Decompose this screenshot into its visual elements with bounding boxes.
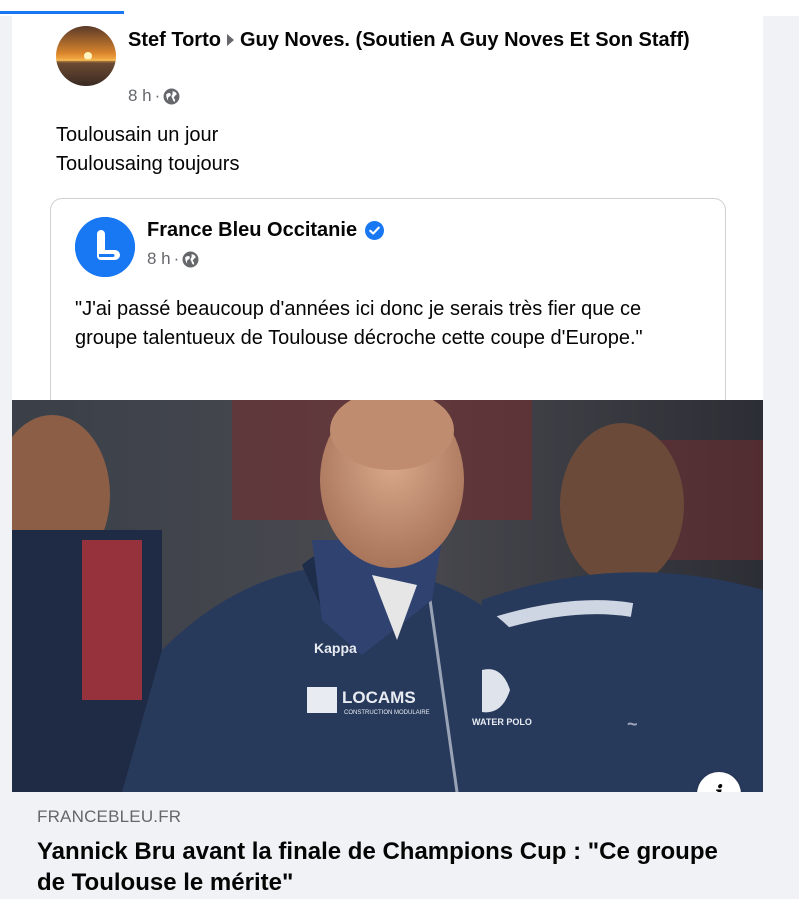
caret-right-icon [226,33,234,46]
meta-separator: · [154,86,161,105]
page-avatar[interactable] [75,217,135,277]
shared-post-meta: 8 h · [147,249,199,269]
shared-post[interactable]: France Bleu Occitanie 8 h · "J'ai passé … [50,198,726,419]
post-body: Toulousain un jour Toulousaing toujours [56,121,239,179]
svg-text:~: ~ [627,714,638,734]
rugby-coach-photo: Kappa LOCAMS CONSTRUCTION MODULAIRE WATE… [12,400,763,792]
meta-separator: · [173,249,180,268]
link-preview-details[interactable]: FRANCEBLEU.FR Yannick Bru avant la final… [12,792,763,899]
author-avatar[interactable] [56,26,116,86]
active-tab-indicator [0,11,124,14]
post-meta: 8 h · [128,86,180,106]
sunset-avatar-image [56,26,116,86]
link-preview-image[interactable]: Kappa LOCAMS CONSTRUCTION MODULAIRE WATE… [12,400,763,792]
post-header: Stef Torto Guy Noves. (Soutien A Guy Nove… [128,26,708,55]
jacket-brand-text: Kappa [314,640,357,656]
page-name[interactable]: France Bleu Occitanie [147,219,357,242]
top-bar [0,0,799,16]
globe-icon[interactable] [163,88,180,105]
group-name[interactable]: Guy Noves. (Soutien A Guy Noves Et Son S… [240,29,690,51]
globe-icon[interactable] [182,251,199,268]
feed-post: Stef Torto Guy Noves. (Soutien A Guy Nove… [12,16,763,899]
link-domain: FRANCEBLEU.FR [37,807,182,826]
link-headline[interactable]: Yannick Bru avant la finale de Champions… [37,836,737,898]
page-name-row: France Bleu Occitanie [147,219,385,242]
jacket-sponsor-sub: CONSTRUCTION MODULAIRE [344,710,430,716]
jacket-sponsor-text: LOCAMS [342,688,416,707]
post-time[interactable]: 8 h [128,86,152,106]
verified-badge-icon [365,221,385,240]
shared-post-text: "J'ai passé beaucoup d'années ici donc j… [75,298,643,349]
post-text-line: Toulousaing toujours [56,153,240,175]
author-name[interactable]: Stef Torto [128,29,221,51]
shared-post-time[interactable]: 8 h [147,249,171,269]
jacket-crest-text: WATER POLO [472,717,532,727]
france-bleu-logo [75,217,135,277]
post-text-line: Toulousain un jour [56,124,219,146]
